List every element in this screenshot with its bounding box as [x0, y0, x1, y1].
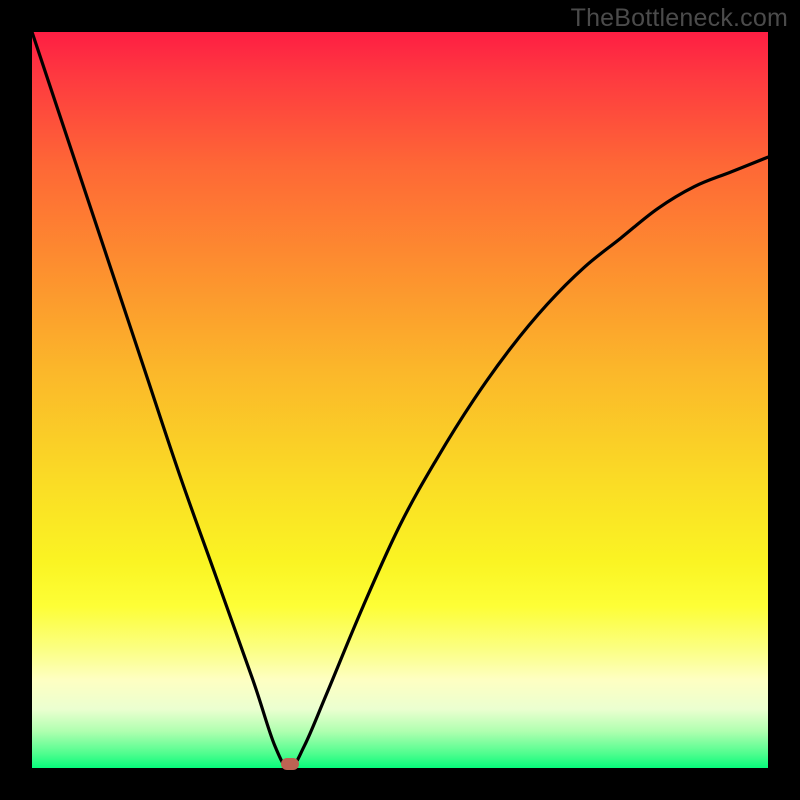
bottleneck-curve-path [32, 32, 768, 768]
chart-frame: TheBottleneck.com [0, 0, 800, 800]
curve-svg [32, 32, 768, 768]
watermark-text: TheBottleneck.com [571, 4, 788, 33]
plot-area [32, 32, 768, 768]
optimum-marker [281, 758, 299, 770]
